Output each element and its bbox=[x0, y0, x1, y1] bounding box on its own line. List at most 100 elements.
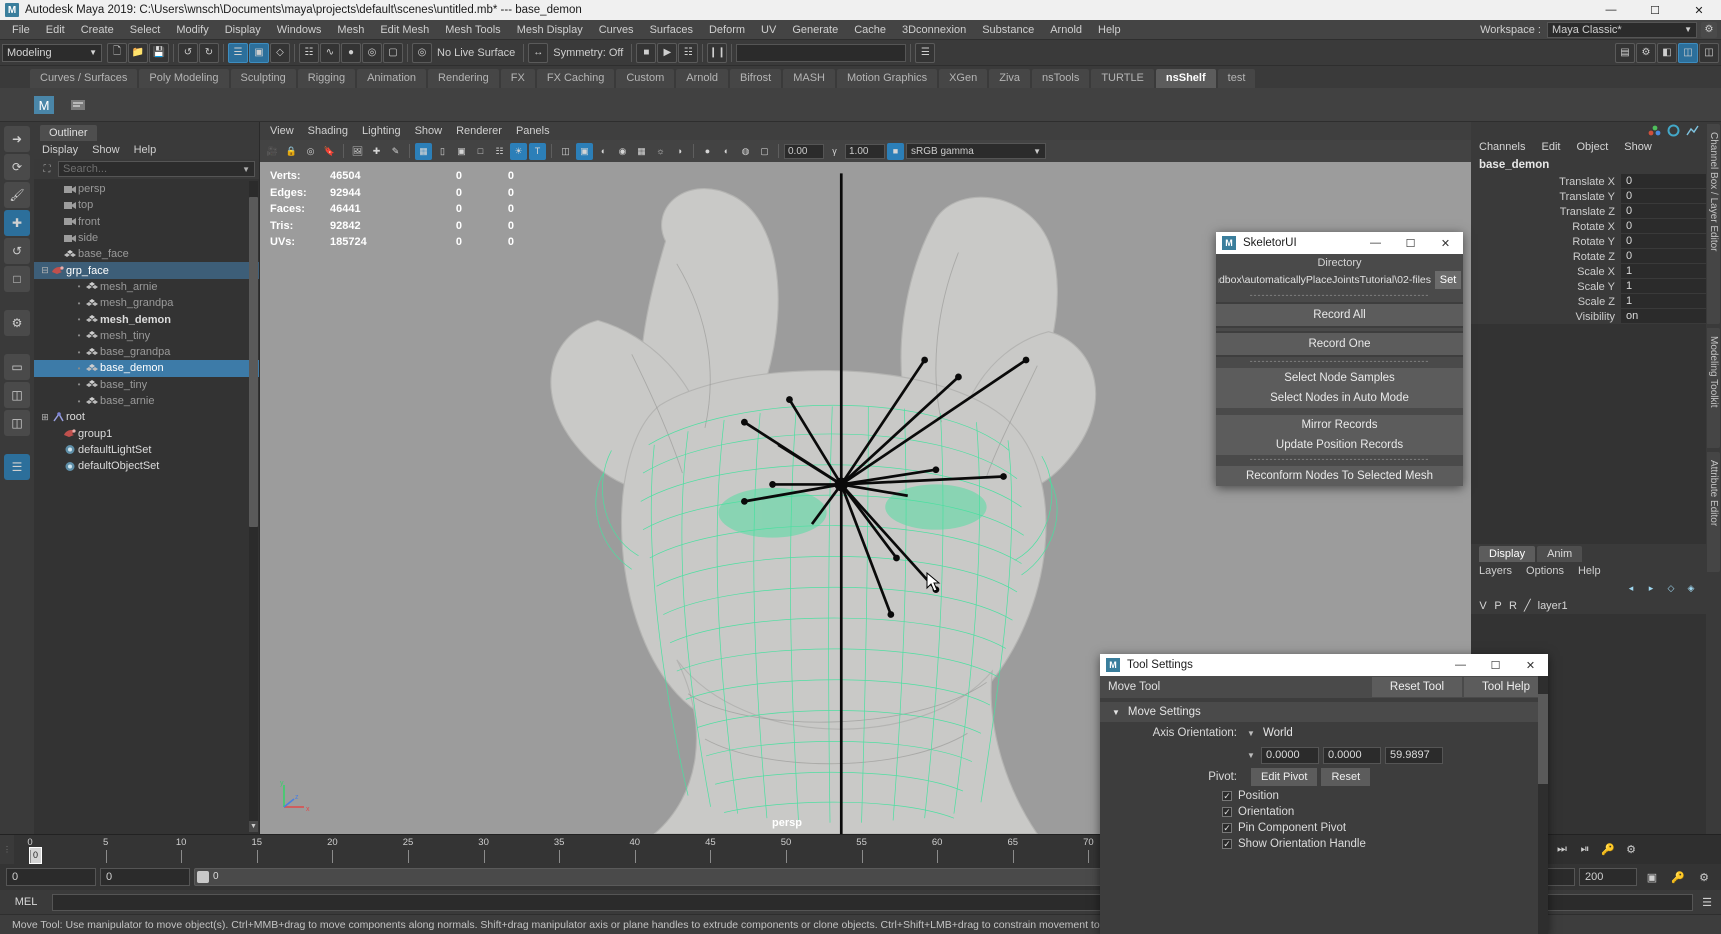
sidebar-channel-box-button[interactable]: ◧ bbox=[1657, 43, 1677, 63]
shelf-tab-rendering[interactable]: Rendering bbox=[428, 69, 499, 88]
scale-tool-button[interactable]: □ bbox=[4, 266, 30, 292]
menu-generate[interactable]: Generate bbox=[784, 20, 846, 40]
color-management-icon[interactable]: ■ bbox=[887, 143, 904, 160]
gate-mask-icon[interactable]: □ bbox=[472, 143, 489, 160]
transform-icon[interactable] bbox=[1647, 124, 1662, 137]
menu-substance[interactable]: Substance bbox=[974, 20, 1042, 40]
skeletor-ui-dialog[interactable]: M SkeletorUI — ☐ ✕ Directory s\sandbox\a… bbox=[1216, 232, 1463, 486]
outliner-menu-help[interactable]: Help bbox=[134, 144, 157, 156]
undo-button[interactable]: ↺ bbox=[178, 43, 198, 63]
film-origin-icon[interactable]: ☷ bbox=[491, 143, 508, 160]
image-plane-icon[interactable]: 🖼 bbox=[349, 143, 366, 160]
skeletor-record-one-button[interactable]: Record One bbox=[1216, 333, 1463, 355]
last-tool-button[interactable]: ⚙ bbox=[4, 310, 30, 336]
shelf-tab-fx-caching[interactable]: FX Caching bbox=[537, 69, 614, 88]
shelf-tab-xgen[interactable]: XGen bbox=[939, 69, 987, 88]
move-settings-frame-header[interactable]: ▼ Move Settings bbox=[1100, 702, 1548, 722]
viewport-menu-panels[interactable]: Panels bbox=[516, 125, 550, 137]
menu-cache[interactable]: Cache bbox=[846, 20, 894, 40]
sidebar-attribute-editor-button[interactable]: ▤ bbox=[1615, 43, 1635, 63]
axis-values-dropdown-icon[interactable]: ▼ bbox=[1245, 751, 1257, 760]
viewport-menu-show[interactable]: Show bbox=[415, 125, 443, 137]
move-tool-button[interactable]: ✚ bbox=[4, 210, 30, 236]
sidebar-tool-settings-button[interactable]: ⚙ bbox=[1636, 43, 1656, 63]
time-slider-grip[interactable]: ⋮ bbox=[0, 835, 14, 864]
toolsettings-minimize-button[interactable]: — bbox=[1443, 654, 1478, 676]
shelf-tab-fx[interactable]: FX bbox=[501, 69, 535, 88]
outliner-menu-show[interactable]: Show bbox=[92, 144, 120, 156]
channel-name[interactable]: Translate Z bbox=[1471, 206, 1621, 218]
outliner-tree[interactable]: ▲ persptopfrontsidebase_face⊟grp_face•me… bbox=[34, 179, 259, 834]
ring-icon[interactable] bbox=[1666, 124, 1681, 137]
outliner-item-top[interactable]: top bbox=[34, 197, 259, 213]
animation-preferences-button[interactable]: ⚙ bbox=[1621, 840, 1641, 860]
channel-row[interactable]: Rotate Y0 bbox=[1471, 234, 1706, 249]
channel-row[interactable]: Rotate X0 bbox=[1471, 219, 1706, 234]
layer-new-icon[interactable]: ◇ bbox=[1664, 582, 1678, 594]
gear-icon[interactable]: ⚙ bbox=[1701, 22, 1717, 38]
quick-search-input[interactable] bbox=[736, 44, 906, 62]
viewport-menu-lighting[interactable]: Lighting bbox=[362, 125, 401, 137]
multisample-icon[interactable]: ◍ bbox=[737, 143, 754, 160]
menu-uv[interactable]: UV bbox=[753, 20, 784, 40]
motion-blur-icon[interactable]: ◐ bbox=[718, 143, 735, 160]
layer-color-swatch[interactable]: ╱ bbox=[1524, 599, 1531, 612]
render-settings-button[interactable]: ☷ bbox=[678, 43, 698, 63]
channel-name[interactable]: Translate Y bbox=[1471, 191, 1621, 203]
tool-help-button[interactable]: Tool Help bbox=[1464, 677, 1548, 697]
menu-display[interactable]: Display bbox=[217, 20, 269, 40]
layer-menu-options[interactable]: Options bbox=[1526, 565, 1564, 577]
checkbox-row-pin-component-pivot[interactable]: ✓Pin Component Pivot bbox=[1100, 820, 1548, 836]
playback-start-input[interactable]: 0 bbox=[100, 868, 190, 886]
four-view-layout-button[interactable]: ◫ bbox=[4, 382, 30, 408]
channel-row[interactable]: Scale Z1 bbox=[1471, 294, 1706, 309]
layer-flag-r[interactable]: R bbox=[1509, 600, 1517, 612]
viewport-menu-shading[interactable]: Shading bbox=[308, 125, 348, 137]
channelbox-menu-edit[interactable]: Edit bbox=[1541, 141, 1560, 153]
skeletor-maximize-button[interactable]: ☐ bbox=[1393, 232, 1428, 254]
outliner-scrollbar-thumb[interactable] bbox=[249, 197, 258, 527]
skeletor-select-node-samples-button[interactable]: Select Node Samples bbox=[1216, 368, 1463, 388]
outliner-item-front[interactable]: front bbox=[34, 214, 259, 230]
outliner-item-persp[interactable]: persp bbox=[34, 181, 259, 197]
skeletor-select-nodes-auto-mode-button[interactable]: Select Nodes in Auto Mode bbox=[1216, 388, 1463, 408]
channel-value-input[interactable]: on bbox=[1621, 309, 1706, 324]
shelf-tab-nstools[interactable]: nsTools bbox=[1032, 69, 1089, 88]
depth-of-field-icon[interactable]: ▢ bbox=[756, 143, 773, 160]
shelf-tab-bifrost[interactable]: Bifrost bbox=[730, 69, 781, 88]
channel-value-input[interactable]: 0 bbox=[1621, 249, 1706, 264]
layer-tab-anim[interactable]: Anim bbox=[1537, 546, 1582, 562]
shelf-tab-curves-surfaces[interactable]: Curves / Surfaces bbox=[30, 69, 137, 88]
open-scene-button[interactable]: 📁 bbox=[128, 43, 148, 63]
skeletor-close-button[interactable]: ✕ bbox=[1428, 232, 1463, 254]
skeletor-reconform-nodes-button[interactable]: Reconform Nodes To Selected Mesh bbox=[1216, 466, 1463, 486]
outliner-item-mesh_grandpa[interactable]: •mesh_grandpa bbox=[34, 295, 259, 311]
channel-row[interactable]: Visibilityon bbox=[1471, 309, 1706, 324]
channel-row[interactable]: Translate Y0 bbox=[1471, 189, 1706, 204]
layer-menu-layers[interactable]: Layers bbox=[1479, 565, 1512, 577]
channel-name[interactable]: Visibility bbox=[1471, 311, 1621, 323]
checkbox-row-position[interactable]: ✓Position bbox=[1100, 788, 1548, 804]
channel-name[interactable]: Rotate Z bbox=[1471, 251, 1621, 263]
outliner-item-base_grandpa[interactable]: •base_grandpa bbox=[34, 344, 259, 360]
channel-value-input[interactable]: 0 bbox=[1621, 234, 1706, 249]
axis-value-z-input[interactable]: 59.9897 bbox=[1385, 747, 1443, 764]
outliner-item-base_tiny[interactable]: •base_tiny bbox=[34, 377, 259, 393]
layer-tab-display[interactable]: Display bbox=[1479, 546, 1535, 562]
search-scope-icon[interactable]: ⛶ bbox=[40, 162, 54, 176]
outliner-item-side[interactable]: side bbox=[34, 230, 259, 246]
sidebar-layers-button[interactable]: ◫ bbox=[1699, 43, 1719, 63]
channel-name[interactable]: Rotate X bbox=[1471, 221, 1621, 233]
shelf-tab-custom[interactable]: Custom bbox=[616, 69, 674, 88]
shelf-tab-animation[interactable]: Animation bbox=[357, 69, 426, 88]
shelf-tab-arnold[interactable]: Arnold bbox=[676, 69, 728, 88]
select-tool-button[interactable]: ➜ bbox=[4, 126, 30, 152]
anim-end-input[interactable]: 200 bbox=[1579, 868, 1637, 886]
axis-value-x-input[interactable]: 0.0000 bbox=[1261, 747, 1319, 764]
outliner-expander-icon[interactable]: ⊟ bbox=[40, 265, 50, 276]
colorspace-select[interactable]: sRGB gamma ▼ bbox=[906, 143, 1046, 159]
flat-shading-icon[interactable]: ◐ bbox=[595, 143, 612, 160]
symmetry-icon[interactable]: ↔ bbox=[528, 43, 548, 63]
checkbox-row-show-orientation-handle[interactable]: ✓Show Orientation Handle bbox=[1100, 836, 1548, 852]
auto-key-button[interactable]: 🔑 bbox=[1598, 840, 1618, 860]
